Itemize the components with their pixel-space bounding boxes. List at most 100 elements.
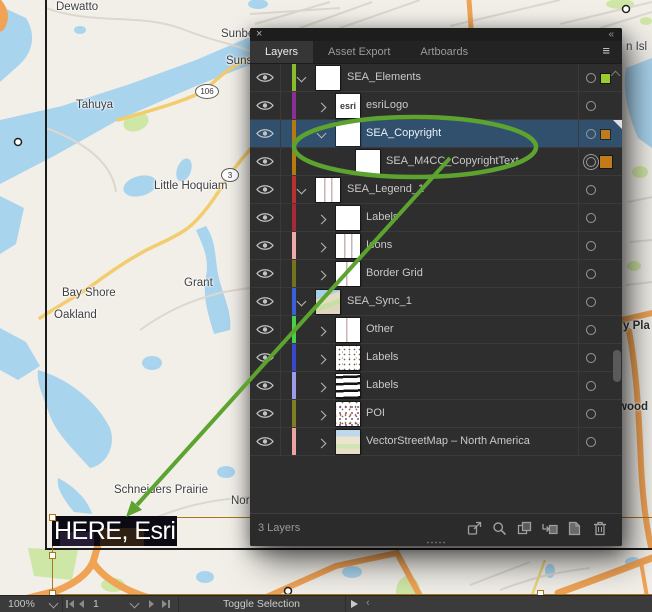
chevron-right-icon[interactable] (317, 439, 327, 449)
visibility-eye-icon[interactable] (250, 288, 280, 315)
chevron-down-icon[interactable] (297, 73, 307, 83)
layer-name[interactable]: SEA_Legend_1 (347, 176, 424, 203)
layer-name[interactable]: VectorStreetMap – North America (366, 428, 530, 455)
target-circle[interactable] (586, 73, 596, 83)
target-circle[interactable] (586, 129, 596, 139)
chevron-right-icon[interactable] (317, 215, 327, 225)
layer-thumbnail[interactable] (336, 346, 360, 370)
selection-handle[interactable] (49, 514, 56, 521)
target-circle[interactable] (586, 381, 596, 391)
layer-row[interactable]: Labels (250, 344, 622, 372)
layer-name[interactable]: esriLogo (366, 92, 408, 119)
visibility-eye-icon[interactable] (250, 344, 280, 371)
chevron-right-icon[interactable] (317, 383, 327, 393)
visibility-eye-icon[interactable] (250, 148, 280, 175)
chevron-right-icon[interactable] (317, 243, 327, 253)
chevron-down-icon[interactable] (297, 185, 307, 195)
layer-thumbnail[interactable] (336, 374, 360, 398)
visibility-eye-icon[interactable] (250, 92, 280, 119)
visibility-eye-icon[interactable] (250, 316, 280, 343)
layer-name[interactable]: Icons (366, 232, 392, 259)
layer-row[interactable]: POI (250, 400, 622, 428)
layer-name[interactable]: SEA_M4CC_CopyrightText (386, 148, 519, 175)
visibility-eye-icon[interactable] (250, 372, 280, 399)
chevron-right-icon[interactable] (317, 271, 327, 281)
chevron-right-icon[interactable] (317, 103, 327, 113)
target-circle[interactable] (586, 101, 596, 111)
copyright-text-object[interactable]: HERE, Esri (52, 516, 177, 546)
selection-handle[interactable] (49, 552, 56, 559)
chevron-right-icon[interactable] (317, 411, 327, 421)
layer-row[interactable]: VectorStreetMap – North America (250, 428, 622, 456)
play-icon[interactable] (351, 600, 358, 608)
layer-thumbnail[interactable] (336, 430, 360, 454)
target-circle[interactable] (586, 241, 596, 251)
panel-titlebar[interactable]: × « (250, 28, 622, 41)
target-circle[interactable] (586, 213, 596, 223)
scrollbar-thumb[interactable] (613, 350, 621, 382)
target-circle[interactable] (586, 325, 596, 335)
back-chevron-icon[interactable]: ‹ (366, 597, 370, 609)
layer-row[interactable]: Labels (250, 204, 622, 232)
layer-row[interactable]: Icons (250, 232, 622, 260)
layer-thumbnail[interactable] (316, 178, 340, 202)
layer-name[interactable]: Labels (366, 372, 398, 399)
visibility-eye-icon[interactable] (250, 232, 280, 259)
visibility-eye-icon[interactable] (250, 120, 280, 147)
target-circle[interactable] (586, 185, 596, 195)
layer-name[interactable]: Labels (366, 204, 398, 231)
layer-name[interactable]: SEA_Elements (347, 64, 421, 91)
chevron-right-icon[interactable] (317, 327, 327, 337)
layer-row[interactable]: SEA_Legend_1 (250, 176, 622, 204)
layer-thumbnail[interactable] (336, 402, 360, 426)
close-icon[interactable]: × (256, 28, 262, 41)
layer-row[interactable]: Labels (250, 372, 622, 400)
tab-artboards[interactable]: Artboards (405, 41, 483, 63)
layer-thumbnail[interactable] (336, 234, 360, 258)
last-artboard-icon[interactable] (162, 600, 170, 608)
layer-row[interactable]: SEA_Sync_1 (250, 288, 622, 316)
layer-row[interactable]: esri esriLogo (250, 92, 622, 120)
layer-name[interactable]: Border Grid (366, 260, 423, 287)
visibility-eye-icon[interactable] (250, 176, 280, 203)
visibility-eye-icon[interactable] (250, 64, 280, 91)
artboard-number-field[interactable]: 1 (93, 598, 99, 610)
target-circle[interactable] (586, 297, 596, 307)
layer-row[interactable]: Border Grid (250, 260, 622, 288)
locate-object-icon[interactable] (491, 520, 508, 536)
target-circle[interactable] (586, 437, 596, 447)
layer-name[interactable]: Labels (366, 344, 398, 371)
toggle-selection-control[interactable]: Toggle Selection (178, 598, 345, 610)
layer-thumbnail[interactable]: esri (336, 94, 360, 118)
layer-name[interactable]: Other (366, 316, 394, 343)
layer-thumbnail[interactable] (336, 262, 360, 286)
create-sublayer-icon[interactable] (541, 520, 558, 536)
layer-thumbnail[interactable] (336, 122, 360, 146)
panel-resize-grip[interactable] (426, 541, 446, 544)
chevron-down-icon[interactable] (297, 297, 307, 307)
make-clipping-mask-icon[interactable] (516, 520, 533, 536)
first-artboard-icon[interactable] (66, 600, 74, 608)
target-circle[interactable] (586, 353, 596, 363)
tab-asset-export[interactable]: Asset Export (313, 41, 405, 63)
layer-row-selected[interactable]: SEA_Copyright (250, 120, 622, 148)
visibility-eye-icon[interactable] (250, 204, 280, 231)
panel-scrollbar[interactable] (612, 64, 621, 514)
layer-name[interactable]: SEA_Sync_1 (347, 288, 412, 315)
chevron-right-icon[interactable] (317, 355, 327, 365)
layer-thumbnail[interactable] (356, 150, 380, 174)
artboard-dropdown-icon[interactable] (130, 599, 140, 609)
visibility-eye-icon[interactable] (250, 428, 280, 455)
layer-thumbnail[interactable] (316, 66, 340, 90)
layer-name[interactable]: SEA_Copyright (366, 120, 441, 147)
layer-row[interactable]: Other (250, 316, 622, 344)
target-circle[interactable] (586, 409, 596, 419)
delete-icon[interactable] (591, 520, 608, 536)
layer-thumbnail[interactable] (336, 206, 360, 230)
layer-thumbnail[interactable] (316, 290, 340, 314)
target-circle[interactable] (586, 269, 596, 279)
next-artboard-icon[interactable] (149, 600, 154, 608)
previous-artboard-icon[interactable] (79, 600, 84, 608)
scroll-up-icon[interactable] (611, 71, 621, 81)
chevron-down-icon[interactable] (317, 129, 327, 139)
